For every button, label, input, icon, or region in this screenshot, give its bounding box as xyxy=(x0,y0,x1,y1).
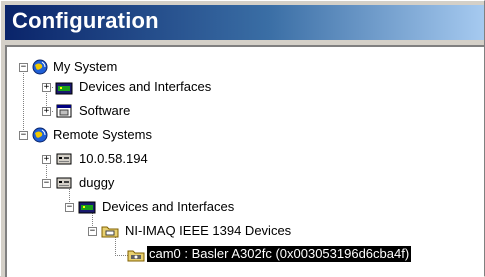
title-bar[interactable]: Configuration xyxy=(5,5,484,40)
tree-item-devices-interfaces[interactable]: Devices and Interfaces xyxy=(77,79,213,95)
collapse-my-system[interactable]: − xyxy=(19,63,28,72)
remote-systems-globe-icon xyxy=(32,127,48,143)
configuration-window: Configuration − My System + Devices and … xyxy=(0,0,485,277)
expand-devices[interactable]: + xyxy=(42,83,51,92)
tree-item-software[interactable]: Software xyxy=(77,103,132,119)
imaq-folder-icon xyxy=(101,226,119,238)
collapse-duggy[interactable]: − xyxy=(42,179,51,188)
expand-software[interactable]: + xyxy=(42,107,51,116)
configuration-tree[interactable]: − My System + Devices and Interfaces + S… xyxy=(5,45,484,277)
my-system-globe-icon xyxy=(32,59,48,75)
devices-interfaces-icon xyxy=(55,82,73,95)
devices-interfaces-icon xyxy=(78,201,96,214)
tree-item-imaq-devices[interactable]: NI-IMAQ IEEE 1394 Devices xyxy=(123,223,293,239)
camera-icon xyxy=(127,250,145,262)
tree-item-duggy-devices[interactable]: Devices and Interfaces xyxy=(100,199,236,215)
tree-item-cam0[interactable]: cam0 : Basler A302fc (0x003053196d6cba4f… xyxy=(145,245,413,263)
tree-item-remote-systems[interactable]: Remote Systems xyxy=(51,127,154,143)
collapse-duggy-devices[interactable]: − xyxy=(65,203,74,212)
collapse-remote-systems[interactable]: − xyxy=(19,131,28,140)
tree-connector xyxy=(23,67,24,133)
remote-target-icon xyxy=(56,177,72,189)
remote-target-icon xyxy=(56,153,72,165)
collapse-imaq-devices[interactable]: − xyxy=(88,227,97,236)
expand-remote-ip[interactable]: + xyxy=(42,155,51,164)
tree-item-remote-ip[interactable]: 10.0.58.194 xyxy=(77,151,150,167)
tree-item-my-system[interactable]: My System xyxy=(51,59,119,75)
software-icon xyxy=(56,104,72,118)
tree-item-duggy[interactable]: duggy xyxy=(77,175,116,191)
window-title: Configuration xyxy=(12,8,159,33)
